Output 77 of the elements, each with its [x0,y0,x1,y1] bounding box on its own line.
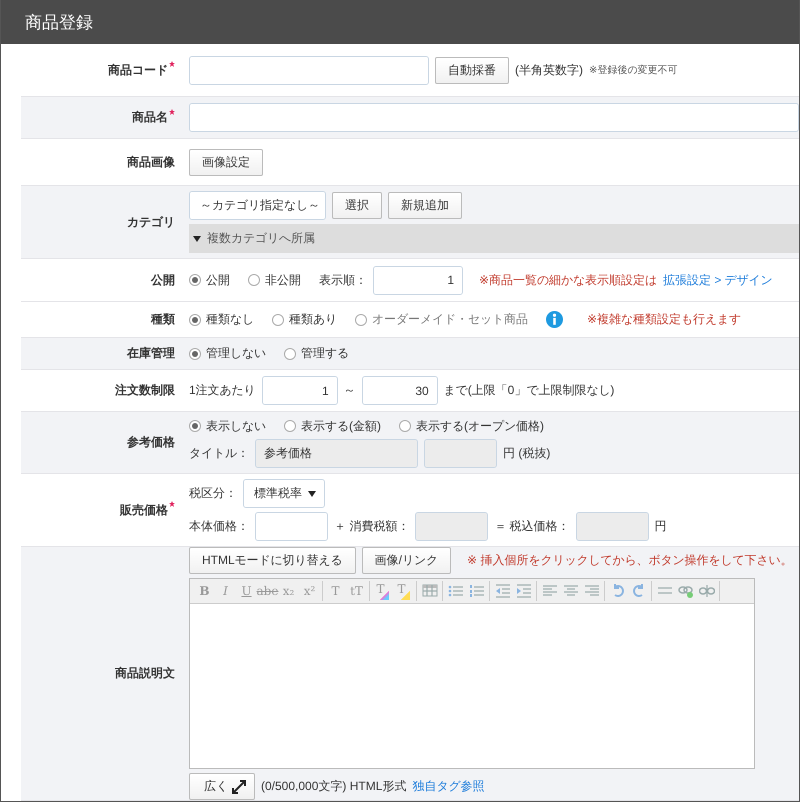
radio-button[interactable] [248,274,260,286]
link[interactable]: 独自タグ参照 [412,778,484,795]
radio-button[interactable] [189,314,201,326]
field-label: 注文数制限 [115,382,175,399]
field-label: 商品説明文 [115,665,175,682]
radio-label: 表示する(金額) [301,418,381,434]
link[interactable]: 拡張設定 > デザイン [663,272,773,288]
button[interactable]: HTMLモードに切り替える [189,547,356,574]
field-text: 円 [654,518,667,535]
caret-icon [193,236,201,242]
text-field[interactable] [189,103,799,132]
outdent-icon [494,583,510,599]
field-text: (半角英数字) [515,62,583,78]
radio-button[interactable] [284,420,296,432]
button[interactable]: 自動採番 [435,56,509,84]
radio-label: オーダーメイド・セット商品 [372,311,528,328]
field-text: 税区分： [189,485,237,502]
text-field[interactable]: 1 [262,376,338,405]
field-label: 商品名 [132,109,168,126]
radio-label: 管理する [301,345,349,362]
text-field[interactable]: 30 [362,376,438,405]
field-text: タイトル： [189,444,249,462]
field-label: 在庫管理 [127,345,175,362]
field-label: 公開 [151,272,175,288]
radio-label: 表示しない [206,418,266,434]
expand-button[interactable]: 広く [189,773,255,800]
expander-label: 複数カテゴリへ所属 [207,230,315,247]
unlink-icon [698,583,714,599]
field-label: 商品コード [108,62,168,78]
select-field[interactable]: ～カテゴリ指定なし～ [189,191,326,220]
field-text: 1注文あたり [189,382,256,399]
field-text: 表示順： [319,272,367,288]
field-text: まで(上限「0」で上限制限なし) [444,382,614,399]
radio-button[interactable] [284,348,296,360]
button[interactable]: 新規追加 [388,192,462,219]
radio-button[interactable] [189,274,201,286]
field-label: 商品画像 [127,154,175,170]
note-text: ※ 挿入個所をクリックしてから、ボタン操作をして下さい。 [467,552,792,569]
button[interactable]: 画像設定 [189,148,263,176]
radio-button[interactable] [399,420,411,432]
field-text: (0/500,000文字) HTML形式 [261,778,406,795]
field-label: カテゴリ [127,214,175,230]
button[interactable]: 画像/リンク [362,547,452,574]
radio-button[interactable] [189,348,201,360]
info-icon[interactable] [546,311,563,328]
button[interactable]: 選択 [332,192,382,219]
note-text: ※商品一覧の細かな表示順設定は [479,272,658,288]
caret-icon [308,490,316,496]
field-text: 円 (税抜) [503,444,550,462]
radio-label: 管理しない [206,345,266,362]
bullet-list-icon [448,583,464,599]
radio-button[interactable] [272,314,284,326]
radio-label: 非公開 [265,272,301,288]
text-field[interactable] [189,56,429,84]
category-expander[interactable]: 複数カテゴリへ所属 [189,224,799,253]
text-field[interactable]: 1 [373,266,463,294]
hint-text: ※登録後の変更不可 [589,64,678,77]
field-text: ～ [344,382,356,399]
text-field[interactable] [255,512,328,541]
field-label: 参考価格 [127,434,175,451]
numbered-list-icon [468,583,484,599]
radio-label: 公開 [206,272,230,288]
page-title: 商品登録 [25,12,93,34]
note-text: ※複雑な種類設定も行えます [587,311,742,328]
field-label: 販売価格 [120,502,168,518]
select-field[interactable]: 標準税率 [243,479,325,508]
field-label: 種類 [151,311,175,328]
radio-label: 種類あり [289,311,337,328]
indent-icon [516,583,532,599]
table-icon [422,583,438,599]
radio-label: 表示する(オープン価格) [416,418,544,434]
field-text: ＋ 消費税額： [334,518,410,535]
field-text: ＝ 税込価格： [494,518,570,535]
radio-label: 種類なし [206,311,254,328]
expand-icon [232,780,246,794]
field-text: 本体価格： [189,518,249,535]
radio-button[interactable] [189,420,201,432]
